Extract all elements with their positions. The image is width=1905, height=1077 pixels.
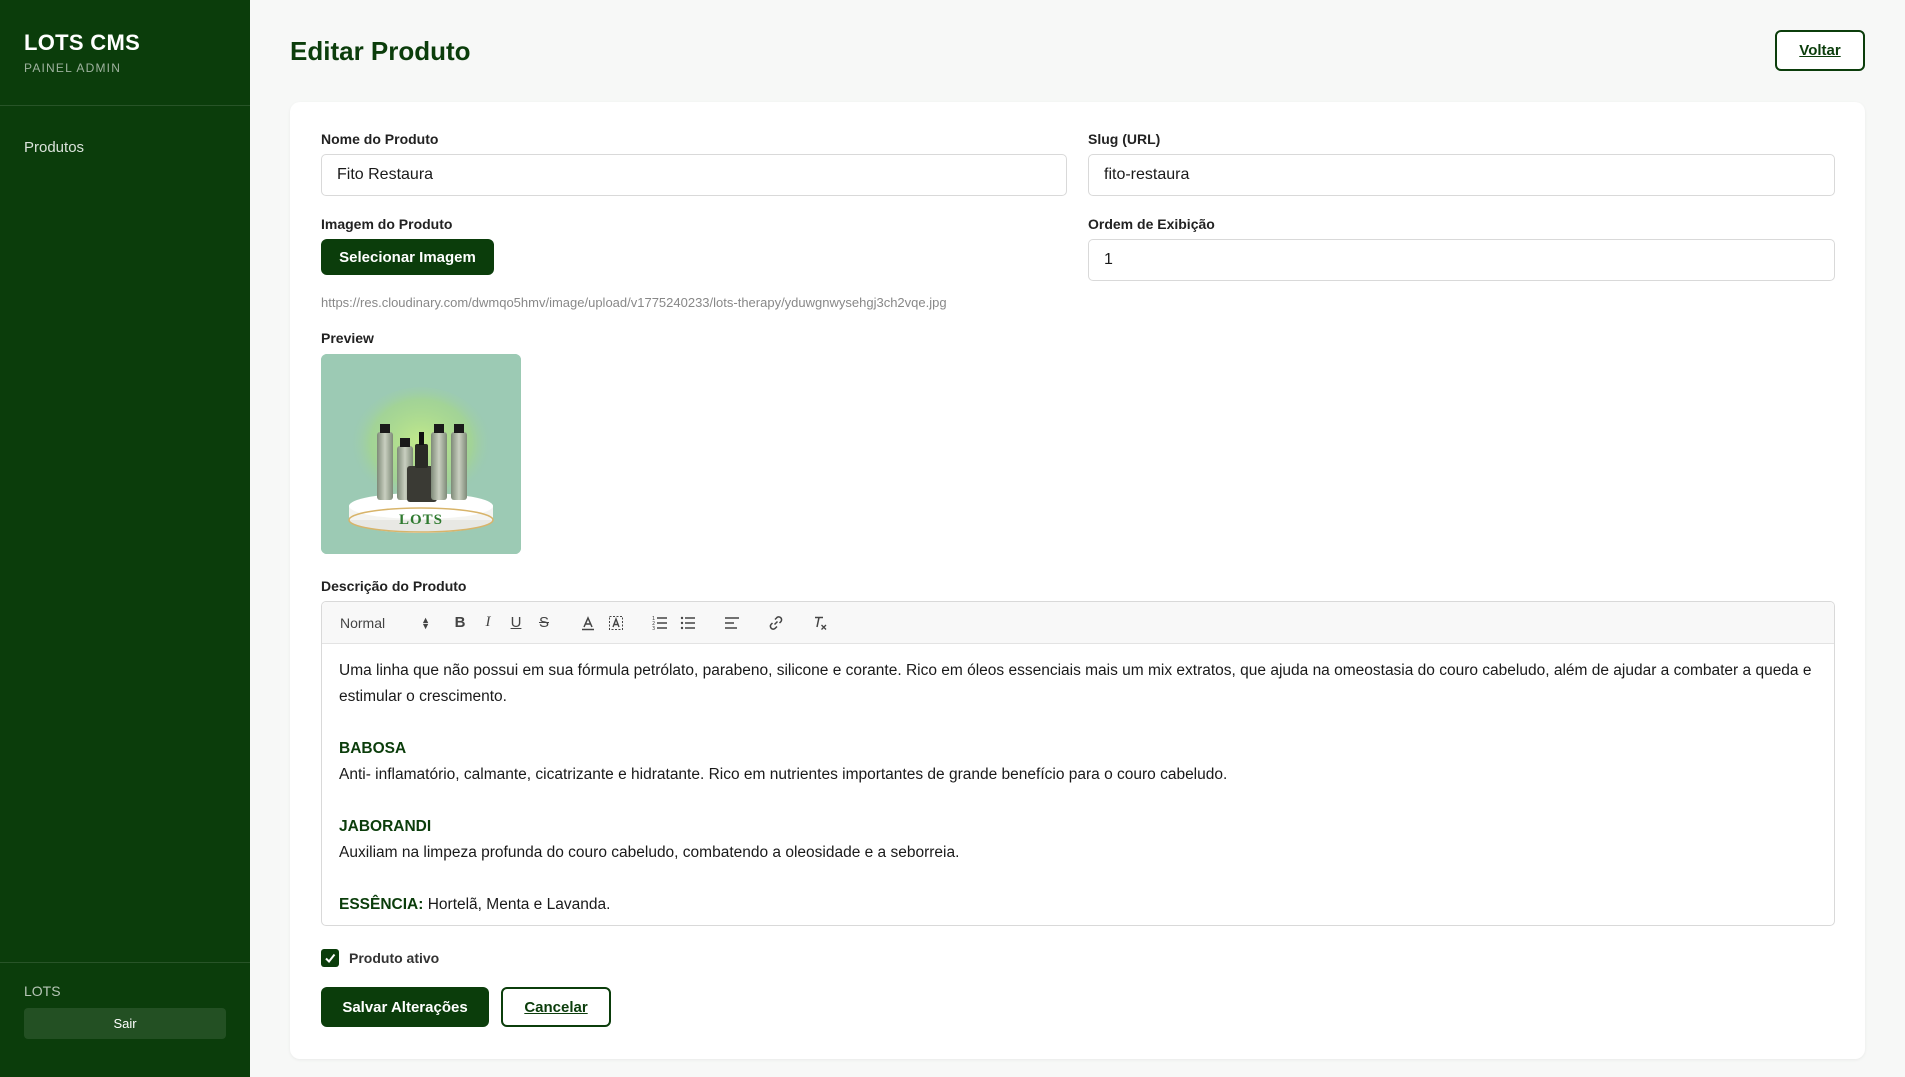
- section-text-essencia: Hortelã, Menta e Lavanda.: [423, 896, 611, 913]
- editor-content[interactable]: Uma linha que não possui em sua fórmula …: [322, 644, 1834, 925]
- brand-subtitle: PAINEL ADMIN: [24, 61, 122, 75]
- brand-title: LOTS CMS: [24, 30, 141, 55]
- slug-input[interactable]: [1088, 154, 1835, 196]
- main-content: Editar Produto Voltar Nome do Produto Sl…: [250, 0, 1905, 1077]
- active-label: Produto ativo: [349, 950, 440, 966]
- description-intro: Uma linha que não possui em sua fórmula …: [339, 662, 1812, 705]
- svg-text:3: 3: [652, 626, 655, 631]
- user-name: LOTS: [24, 983, 61, 999]
- product-form-card: Nome do Produto Slug (URL) Imagem do Pro…: [290, 102, 1865, 1059]
- link-icon[interactable]: [762, 609, 790, 637]
- page-title: Editar Produto: [290, 36, 471, 66]
- back-button[interactable]: Voltar: [1775, 30, 1865, 71]
- clear-format-icon[interactable]: [806, 609, 834, 637]
- product-image-label: Imagem do Produto: [321, 216, 453, 232]
- sidebar-nav: Produtos: [0, 106, 250, 160]
- product-name-input[interactable]: [321, 154, 1067, 196]
- sidebar-footer: LOTS Sair: [0, 962, 250, 1077]
- align-left-icon[interactable]: [718, 609, 746, 637]
- save-button[interactable]: Salvar Alterações: [321, 987, 489, 1027]
- product-name-label: Nome do Produto: [321, 131, 439, 147]
- description-label: Descrição do Produto: [321, 578, 467, 594]
- bold-icon[interactable]: B: [446, 609, 474, 637]
- italic-icon[interactable]: I: [474, 609, 502, 637]
- underline-icon[interactable]: U: [502, 609, 530, 637]
- format-select[interactable]: Normal ▲ ▼: [340, 615, 430, 631]
- section-title-jaborandi: JABORANDI: [339, 818, 432, 835]
- display-order-input[interactable]: [1088, 239, 1835, 281]
- cancel-button[interactable]: Cancelar: [501, 987, 611, 1027]
- preview-label: Preview: [321, 330, 374, 346]
- section-text-babosa: Anti- inflamatório, calmante, cicatrizan…: [339, 766, 1228, 783]
- check-icon: [325, 953, 336, 964]
- section-title-essencia: ESSÊNCIA:: [339, 896, 424, 913]
- background-color-icon[interactable]: [602, 609, 630, 637]
- format-select-value: Normal: [340, 614, 386, 631]
- strikethrough-icon[interactable]: S: [530, 609, 558, 637]
- ordered-list-icon[interactable]: 123: [646, 609, 674, 637]
- editor-toolbar: Normal ▲ ▼ B I U S 123: [322, 602, 1834, 644]
- bullet-list-icon[interactable]: [674, 609, 702, 637]
- select-image-button[interactable]: Selecionar Imagem: [321, 239, 494, 275]
- rich-text-editor: Normal ▲ ▼ B I U S 123 Uma linha que não…: [321, 601, 1835, 926]
- select-arrows-icon: ▲ ▼: [421, 614, 430, 631]
- section-text-jaborandi: Auxiliam na limpeza profunda do couro ca…: [339, 844, 960, 861]
- image-url: https://res.cloudinary.com/dwmqo5hmv/ima…: [321, 295, 947, 310]
- text-color-icon[interactable]: [574, 609, 602, 637]
- brand: LOTS CMS PAINEL ADMIN: [0, 0, 250, 106]
- active-checkbox-row: Produto ativo: [321, 949, 439, 967]
- logout-button[interactable]: Sair: [24, 1008, 226, 1039]
- display-order-label: Ordem de Exibição: [1088, 216, 1215, 232]
- product-image-preview: LOTS: [321, 354, 521, 554]
- preview-brand-text: LOTS: [398, 512, 444, 528]
- active-checkbox[interactable]: [321, 949, 339, 967]
- sidebar: LOTS CMS PAINEL ADMIN Produtos LOTS Sair: [0, 0, 250, 1077]
- sidebar-item-produtos[interactable]: Produtos: [0, 136, 250, 160]
- slug-label: Slug (URL): [1088, 131, 1161, 147]
- section-title-babosa: BABOSA: [339, 740, 407, 757]
